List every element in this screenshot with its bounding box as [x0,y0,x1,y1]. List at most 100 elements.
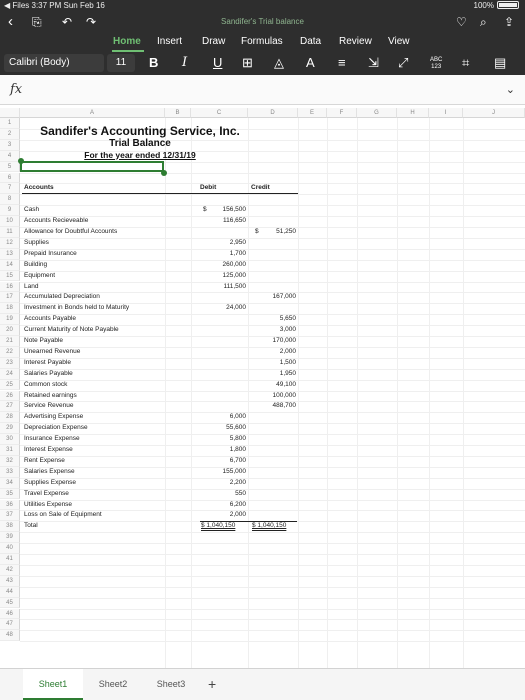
sheet-subtitle[interactable]: Trial Balance [20,138,260,149]
account-cell[interactable]: Investment in Bonds held to Maturity [24,303,129,313]
share-icon[interactable]: ⇪ [504,14,514,30]
account-cell[interactable]: Allowance for Doubtful Accounts [24,227,117,237]
column-header-a[interactable]: A [20,108,165,118]
debit-cell[interactable]: 2,000 [200,510,246,520]
tab-home[interactable]: Home [113,36,141,47]
row-header-46[interactable]: 46 [0,608,20,620]
debit-cell[interactable]: 125,000 [200,271,247,281]
credit-cell[interactable]: 3,000 [250,325,296,335]
debit-cell[interactable]: 1,800 [200,445,246,455]
row-header-23[interactable]: 23 [0,357,20,369]
lightbulb-icon[interactable]: ♡ [456,14,467,30]
cell-styles-icon[interactable]: ▤ [494,55,506,71]
header-accounts[interactable]: Accounts [24,183,54,193]
row-header-37[interactable]: 37 [0,510,20,522]
row-header-33[interactable]: 33 [0,466,20,478]
row-header-32[interactable]: 32 [0,455,20,467]
credit-cell[interactable]: 167,000 [250,292,297,302]
row-header-18[interactable]: 18 [0,303,20,315]
credit-cell[interactable]: 49,100 [250,380,296,390]
row-header-24[interactable]: 24 [0,368,20,380]
account-cell[interactable]: Common stock [24,380,67,390]
credit-cell[interactable]: 1,500 [250,358,296,368]
row-header-25[interactable]: 25 [0,379,20,391]
account-cell[interactable]: Salaries Expense [24,467,75,477]
debit-cell[interactable]: 111,500 [200,282,246,292]
row-header-34[interactable]: 34 [0,477,20,489]
sheet-tab-1[interactable]: Sheet1 [23,669,83,700]
account-cell[interactable]: Advertising Expense [24,412,83,422]
tab-data[interactable]: Data [300,36,321,47]
row-header-4[interactable]: 4 [0,150,20,162]
row-header-27[interactable]: 27 [0,401,20,413]
row-header-14[interactable]: 14 [0,259,20,271]
sheet-period[interactable]: For the year ended 12/31/19 [20,150,260,160]
column-header-j[interactable]: J [463,108,525,118]
account-cell[interactable]: Interest Payable [24,358,71,368]
font-family-select[interactable]: Calibri (Body) [4,54,104,72]
chevron-down-icon[interactable]: ⌄ [506,83,515,96]
account-cell[interactable]: Supplies Expense [24,478,76,488]
account-cell[interactable]: Equipment [24,271,55,281]
selection-handle-top[interactable] [18,157,24,164]
total-credit[interactable]: $ 1,040,150 [252,521,286,531]
selection-handle-bottom[interactable] [161,169,167,176]
font-color-icon[interactable]: A [306,55,315,71]
row-header-15[interactable]: 15 [0,270,20,282]
column-header-f[interactable]: F [327,108,357,118]
sheet-tab-3[interactable]: Sheet3 [141,669,201,700]
debit-cell[interactable]: 1,700 [200,249,246,259]
row-header-16[interactable]: 16 [0,281,20,293]
search-icon[interactable]: ⌕ [480,14,487,30]
align-icon[interactable]: ≡ [338,55,346,71]
fill-color-icon[interactable]: ◬ [274,55,284,71]
row-header-22[interactable]: 22 [0,346,20,358]
spreadsheet-grid[interactable]: A B C D E F G H I J 1 2 3 4 5 6 7 8 9 10 11 12 13 14 15 16 17 18 19 2… [0,108,525,668]
credit-cell[interactable]: 5,650 [250,314,296,324]
bold-button[interactable]: B [149,55,158,71]
column-header-d[interactable]: D [248,108,298,118]
account-cell[interactable]: Accounts Payable [24,314,76,324]
row-header-10[interactable]: 10 [0,216,20,227]
column-header-c[interactable]: C [191,108,248,118]
row-header-13[interactable]: 13 [0,248,20,260]
debit-cell[interactable]: 6,700 [200,456,246,466]
account-cell[interactable]: Retained earnings [24,391,77,401]
account-cell[interactable]: Accounts Recieveable [24,216,88,226]
row-header-30[interactable]: 30 [0,434,20,445]
debit-cell[interactable]: 6,200 [200,500,246,510]
italic-button[interactable]: I [182,55,187,71]
header-credit[interactable]: Credit [251,183,270,193]
account-cell[interactable]: Rent Expense [24,456,65,466]
function-icon[interactable]: fx [10,82,22,97]
account-cell[interactable]: Building [24,260,47,270]
debit-cell[interactable]: 2,200 [200,478,246,488]
row-header-48[interactable]: 48 [0,630,20,642]
column-header-h[interactable]: H [397,108,429,118]
row-header-20[interactable]: 20 [0,325,20,336]
credit-cell[interactable]: 170,000 [250,336,297,346]
row-header-29[interactable]: 29 [0,423,20,435]
account-cell[interactable]: Interest Expense [24,445,73,455]
total-debit[interactable]: $ 1,040,150 [201,521,235,531]
cell-selection[interactable] [20,160,164,172]
tab-view[interactable]: View [388,36,410,47]
row-header-26[interactable]: 26 [0,390,20,402]
debit-cell[interactable]: 155,000 [200,467,247,477]
account-cell[interactable]: Accumulated Depreciation [24,292,100,302]
account-cell[interactable]: Salaries Payable [24,369,73,379]
row-header-21[interactable]: 21 [0,336,20,347]
debit-cell[interactable]: 5,800 [200,434,246,444]
account-cell[interactable]: Travel Expense [24,489,69,499]
row-header-36[interactable]: 36 [0,499,20,511]
tab-draw[interactable]: Draw [202,36,225,47]
row-header-35[interactable]: 35 [0,488,20,500]
column-header-b[interactable]: B [165,108,191,118]
account-cell[interactable]: Loss on Sale of Equipment [24,510,102,520]
row-header-8[interactable]: 8 [0,194,20,206]
debit-cell[interactable]: 260,000 [200,260,247,270]
header-debit[interactable]: Debit [200,183,216,193]
add-sheet-button[interactable]: + [208,676,216,692]
debit-cell[interactable]: 156,500 [200,205,247,215]
row-header-3[interactable]: 3 [0,139,20,151]
